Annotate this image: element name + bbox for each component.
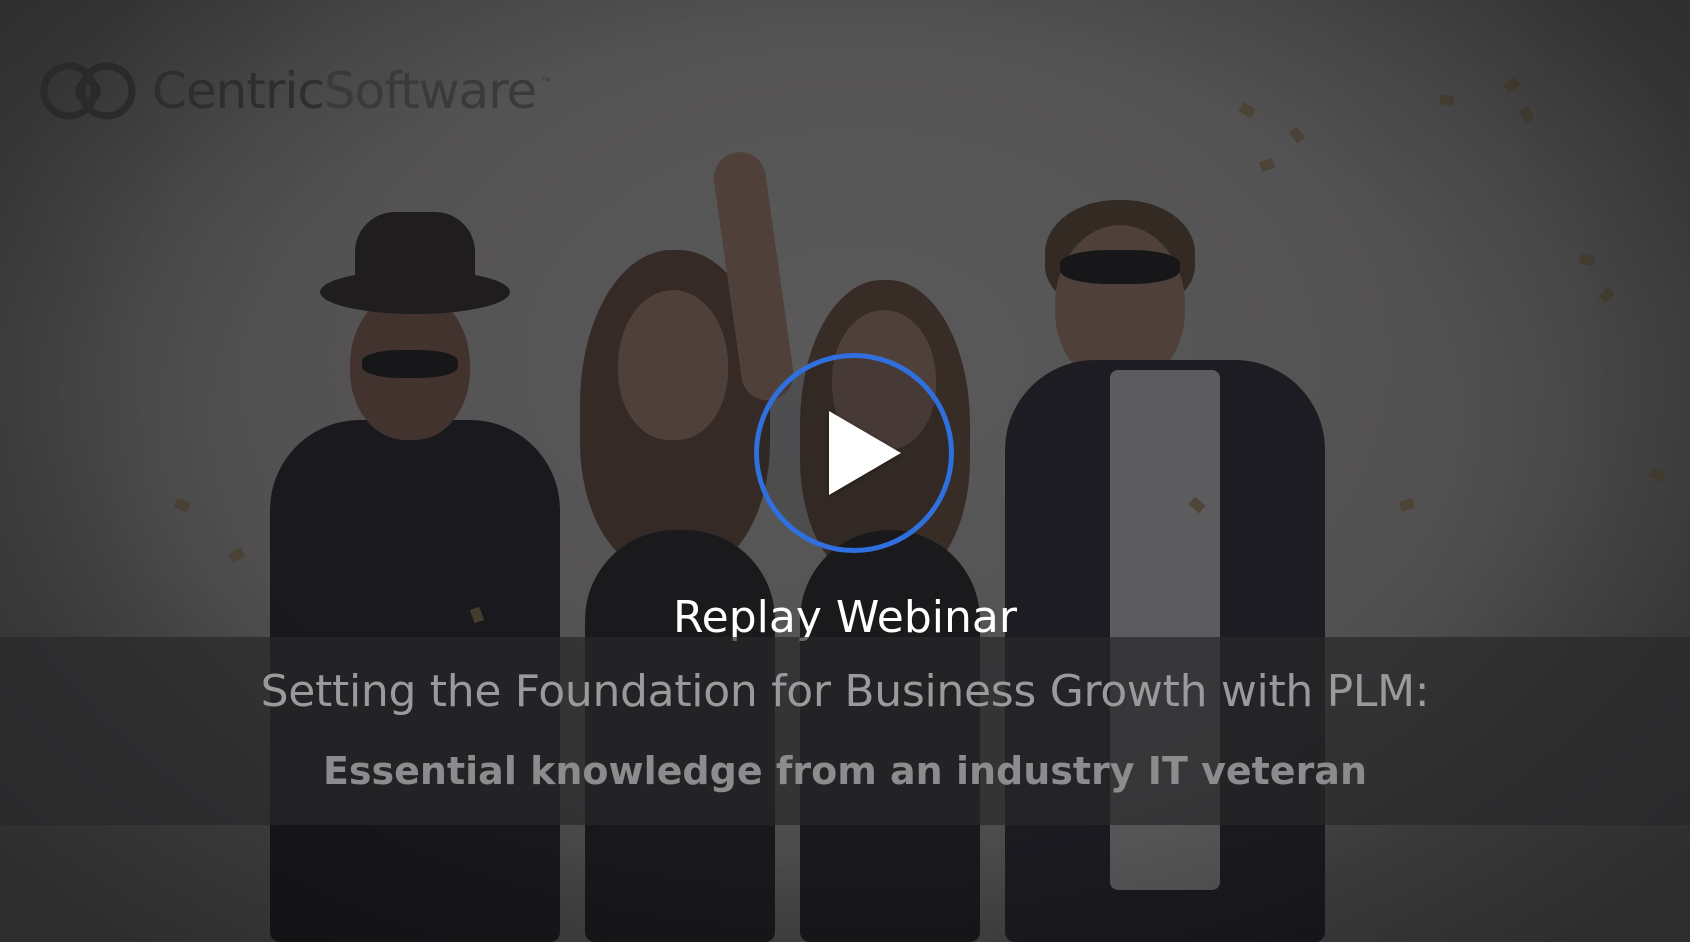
logo-wordmark: CentricSoftware — [152, 66, 537, 116]
logo-name-bold: Centric — [152, 62, 325, 120]
webinar-title: Setting the Foundation for Business Grow… — [260, 666, 1430, 717]
play-icon[interactable] — [829, 411, 901, 495]
video-player[interactable]: CentricSoftware ™ Replay Webinar Setting… — [0, 0, 1690, 942]
logo-name-light: Software — [323, 62, 537, 120]
centric-software-logo: CentricSoftware ™ — [38, 60, 551, 122]
logo-trademark: ™ — [540, 76, 552, 88]
centric-logo-icon — [40, 62, 136, 120]
play-button[interactable] — [754, 353, 954, 553]
webinar-subtitle: Essential knowledge from an industry IT … — [322, 749, 1368, 793]
